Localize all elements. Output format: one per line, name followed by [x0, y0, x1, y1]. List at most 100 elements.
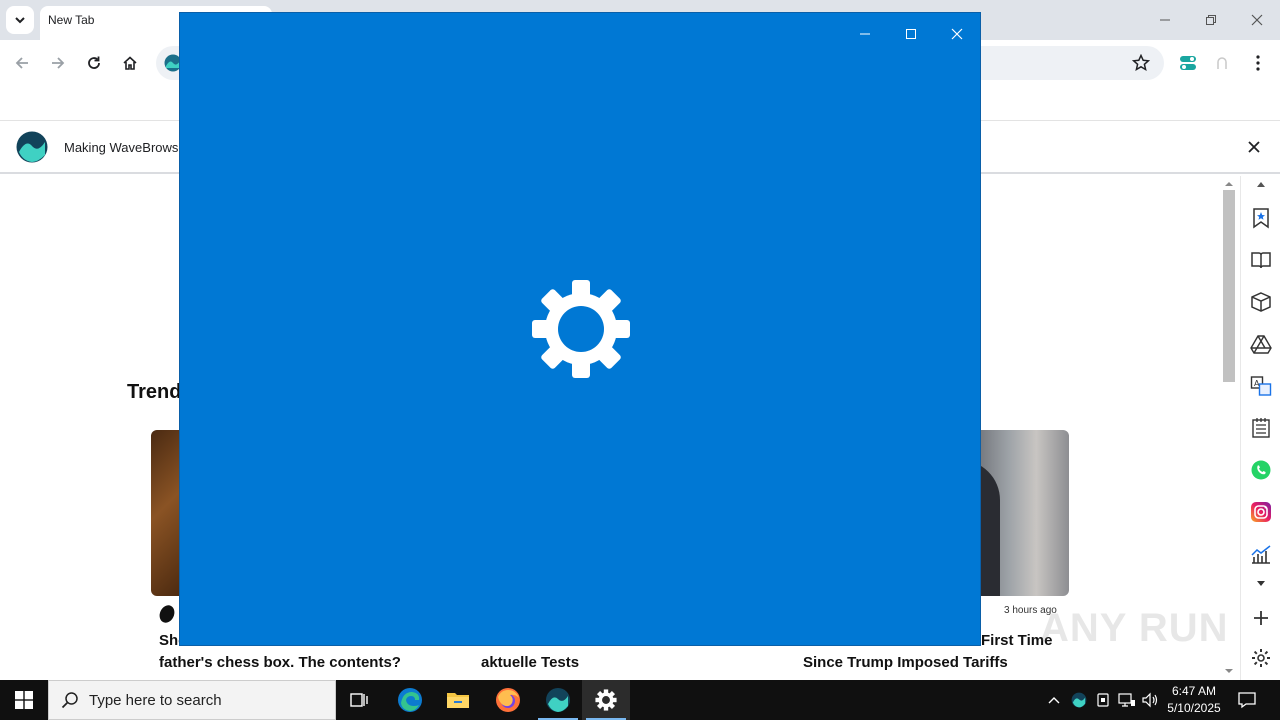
reload-button[interactable] [81, 50, 107, 76]
clock-date: 5/10/2025 [1167, 701, 1221, 715]
sidebar-item-instagram[interactable] [1247, 498, 1275, 526]
close-icon [951, 28, 963, 40]
task-view-icon [350, 693, 368, 707]
taskbar-search[interactable] [48, 680, 336, 720]
sidebar-item-reading[interactable] [1247, 246, 1275, 274]
folder-icon [447, 693, 469, 708]
drive-icon [1250, 335, 1272, 354]
action-center-button[interactable] [1234, 688, 1260, 712]
browser-sidebar: A [1240, 176, 1280, 680]
taskbar-app-settings[interactable] [582, 680, 630, 720]
forward-button[interactable] [45, 50, 71, 76]
task-view-button[interactable] [336, 680, 384, 720]
notification-icon [1238, 692, 1256, 709]
back-arrow-icon [15, 57, 28, 69]
svg-text:A: A [1254, 379, 1260, 388]
chart-icon [1251, 545, 1271, 564]
network-icon [1118, 693, 1135, 707]
chevron-down-icon [1257, 581, 1265, 586]
start-button[interactable] [0, 680, 48, 720]
sidebar-scroll-up[interactable] [1247, 176, 1275, 192]
sidebar-item-drive[interactable] [1247, 330, 1275, 358]
star-icon[interactable] [1132, 54, 1150, 72]
infobar-message: Making WaveBrowse [64, 140, 186, 155]
minimize-button[interactable] [1150, 8, 1180, 32]
instagram-icon [1251, 502, 1271, 522]
taskbar-search-input[interactable] [89, 691, 319, 709]
tab-search-button[interactable] [6, 6, 34, 34]
settings-app-window [179, 12, 981, 646]
taskbar-app-edge[interactable] [386, 680, 434, 720]
book-icon [1251, 252, 1271, 269]
checklist-icon [1252, 418, 1270, 438]
device-icon [1097, 693, 1109, 707]
restore-icon [1206, 15, 1216, 25]
scroll-thumb[interactable] [1223, 190, 1235, 382]
minimize-icon [1160, 19, 1170, 21]
scroll-down-icon[interactable] [1224, 666, 1234, 676]
sidebar-item-whatsapp[interactable] [1247, 456, 1275, 484]
anyrun-watermark: ANY RUN [1040, 606, 1229, 650]
scroll-up-icon[interactable] [1224, 179, 1234, 189]
sidebar-item-notes[interactable] [1247, 414, 1275, 442]
close-icon [1251, 14, 1263, 26]
bookmark-star-icon [1253, 208, 1269, 229]
maximize-icon [906, 29, 916, 39]
speaker-icon [1142, 692, 1158, 708]
taskbar-app-wavebrowser[interactable] [534, 680, 582, 720]
chevron-up-icon [1048, 697, 1060, 704]
plus-icon [1254, 611, 1268, 625]
home-icon [123, 56, 137, 70]
sidebar-scroll-down[interactable] [1247, 576, 1275, 592]
tab-title: New Tab [48, 13, 95, 27]
headline-line: father's chess box. The contents? [159, 654, 401, 671]
clock-time: 6:47 AM [1171, 684, 1217, 698]
headline-line: aktuelle Tests [481, 654, 580, 671]
tray-volume[interactable] [1141, 690, 1161, 710]
show-hidden-icons-button[interactable] [1044, 690, 1064, 710]
trending-heading: Trend [127, 381, 182, 403]
ghost-profile-icon [1217, 57, 1227, 69]
menu-button[interactable] [1246, 52, 1270, 74]
tray-wavebrowser[interactable] [1069, 690, 1089, 710]
sidebar-settings-button[interactable] [1247, 644, 1275, 672]
wavebrowser-logo-icon [1071, 692, 1087, 708]
search-icon [61, 692, 78, 709]
sidebar-item-package[interactable] [1247, 288, 1275, 316]
sidebar-item-translate[interactable]: A [1247, 372, 1275, 400]
edge-icon [398, 688, 422, 712]
tray-device[interactable] [1093, 690, 1113, 710]
wavebrowser-logo-icon [16, 131, 48, 163]
settings-maximize-button[interactable] [893, 19, 929, 49]
settings-minimize-button[interactable] [847, 19, 883, 49]
taskbar-app-file-explorer[interactable] [434, 680, 482, 720]
settings-close-button[interactable] [939, 19, 975, 49]
headline-line: Since Trump Imposed Tariffs [803, 654, 1008, 671]
translate-icon: A [1250, 376, 1272, 396]
taskbar-clock[interactable]: 6:47 AM 5/10/2025 [1160, 683, 1228, 717]
home-button[interactable] [117, 50, 143, 76]
close-window-button[interactable] [1242, 8, 1272, 32]
windows-taskbar: 6:47 AM 5/10/2025 [0, 680, 1280, 720]
taskbar-app-firefox[interactable] [484, 680, 532, 720]
minimize-icon [860, 33, 870, 35]
whatsapp-icon [1251, 460, 1271, 480]
page-scrollbar[interactable] [1218, 176, 1240, 680]
restore-button[interactable] [1196, 8, 1226, 32]
forward-arrow-icon [52, 57, 65, 69]
gear-icon [1252, 649, 1270, 667]
tray-network[interactable] [1117, 690, 1137, 710]
profile-button[interactable] [1210, 52, 1234, 74]
extension-button[interactable] [1176, 52, 1200, 74]
chevron-down-icon [15, 17, 25, 24]
news-source-logo [156, 602, 178, 626]
sidebar-item-stocks[interactable] [1247, 540, 1275, 568]
windows-logo-icon [15, 691, 33, 709]
sidebar-item-bookmarks[interactable] [1247, 204, 1275, 232]
back-button[interactable] [9, 50, 35, 76]
kebab-menu-icon [1256, 55, 1260, 71]
gear-icon [532, 280, 630, 378]
sidebar-add-button[interactable] [1247, 604, 1275, 632]
close-icon[interactable] [1246, 139, 1262, 155]
reload-icon [88, 56, 100, 69]
